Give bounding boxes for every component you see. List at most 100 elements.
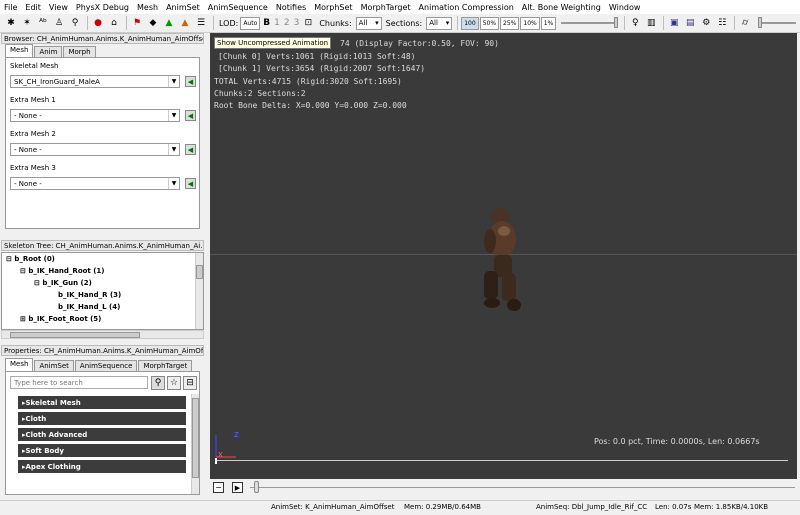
window-icon[interactable]: ▣ — [667, 16, 681, 30]
speed-50-button[interactable]: 50% — [479, 16, 500, 30]
skeleton-scrollbar[interactable] — [195, 253, 203, 329]
settings-icon[interactable]: ☷ — [715, 16, 729, 30]
lod-1-button[interactable]: 1 — [274, 18, 280, 28]
menu-item[interactable]: Animation Compression — [419, 3, 514, 12]
record-icon[interactable]: ● — [91, 16, 105, 30]
play-button[interactable]: ▶ — [232, 482, 243, 493]
position-readout: Pos: 0.0 pct, Time: 0.0000s, Len: 0.0667… — [594, 437, 760, 446]
menu-item[interactable]: File — [4, 3, 17, 12]
up-arrow-icon[interactable]: ▲ — [162, 16, 176, 30]
skeleton-icon[interactable]: ✱ — [4, 16, 18, 30]
browser-content: Skeletal Mesh SK_CH_IronGuard_MaleA ▼ ◀ E… — [5, 57, 200, 229]
section-skeletal-mesh[interactable]: ▸ Skeletal Mesh — [18, 396, 186, 409]
menu-item[interactable]: AnimSet — [166, 3, 200, 12]
tab-prop-animset[interactable]: AnimSet — [34, 360, 74, 371]
menu-item[interactable]: Mesh — [137, 3, 158, 12]
menu-item[interactable]: MorphTarget — [361, 3, 411, 12]
tab-prop-mesh[interactable]: Mesh — [5, 358, 34, 371]
tree-node-label: b_IK_Hand_L (4) — [58, 303, 121, 311]
lod-slider[interactable] — [561, 17, 619, 29]
menu-item[interactable]: View — [49, 3, 68, 12]
socket-manager-icon[interactable]: ☰ — [194, 16, 208, 30]
separator — [457, 16, 459, 30]
cloth-icon[interactable]: ▤ — [683, 16, 697, 30]
timeline-playhead[interactable] — [215, 458, 217, 464]
tree-node[interactable]: b_IK_Hand_L (4) — [58, 303, 120, 311]
menu-item[interactable]: Alt. Bone Weighting — [522, 3, 601, 12]
favorites-icon[interactable]: ☆ — [167, 376, 181, 390]
skeleton-tree-panel: Skeleton Tree: CH_AnimHuman.Anims.K_Anim… — [1, 240, 204, 343]
properties-scrollbar[interactable] — [191, 394, 199, 494]
wireframe-icon[interactable]: ⚲ — [68, 16, 82, 30]
sections-value: All — [429, 19, 438, 27]
tree-node[interactable]: b_IK_Hand_R (3) — [58, 291, 121, 299]
section-apex-clothing[interactable]: ▸ Apex Clothing — [18, 460, 186, 473]
speed-25-button[interactable]: 25% — [500, 16, 520, 30]
tab-morph[interactable]: Morph — [63, 46, 96, 57]
status-len: Len: 0.07s — [655, 503, 692, 511]
speed-100-button[interactable]: 100 — [461, 16, 479, 30]
menu-item[interactable]: Window — [609, 3, 641, 12]
separator — [126, 16, 127, 30]
extra-mesh-3-select[interactable]: - None - ▼ — [10, 177, 180, 190]
extra-mesh-1-select[interactable]: - None - ▼ — [10, 109, 180, 122]
property-search-input[interactable] — [10, 376, 148, 389]
sections-select[interactable]: All ▾ — [426, 16, 453, 30]
speed-10-button[interactable]: 10% — [520, 16, 540, 30]
menu-item[interactable]: AnimSequence — [208, 3, 268, 12]
lock-icon[interactable]: ⊟ — [183, 376, 197, 390]
tab-prop-morphtarget[interactable]: MorphTarget — [138, 360, 193, 371]
bone-icon[interactable]: ✶ — [20, 16, 34, 30]
loop-icon[interactable]: − — [213, 482, 224, 493]
lod-2-button[interactable]: 2 — [284, 18, 290, 28]
lod-base-button[interactable]: B — [263, 18, 270, 28]
tree-node[interactable]: ⊞ b_IK_Foot_Root (5) — [20, 315, 101, 323]
scrub-handle[interactable] — [254, 481, 259, 493]
timeline-track[interactable] — [216, 460, 788, 461]
extra-mesh-2-use-button[interactable]: ◀ — [185, 144, 196, 155]
play-icon[interactable]: ⌂ — [107, 16, 121, 30]
extra-mesh-3-use-button[interactable]: ◀ — [185, 178, 196, 189]
scrub-track[interactable] — [250, 487, 795, 488]
skeleton-tree: ⊟ b_Root (0) ⊟ b_IK_Hand_Root (1) ⊟ b_IK… — [1, 252, 204, 330]
wind-icon[interactable]: ⌭ — [738, 16, 752, 30]
status-animseq: AnimSeq: Dbl_Jump_Idle_Rif_CC — [536, 503, 648, 511]
morph-icon[interactable]: ◆ — [146, 16, 160, 30]
character-model — [484, 208, 521, 311]
tree-node[interactable]: ⊟ b_IK_Gun (2) — [34, 279, 92, 287]
use-selected-button[interactable]: ◀ — [185, 76, 196, 87]
extra-mesh-2-select[interactable]: - None - ▼ — [10, 143, 180, 156]
skeleton-hscrollbar[interactable] — [1, 330, 204, 339]
bone-names-icon[interactable]: ᴬᵇ — [36, 16, 50, 30]
flag-icon[interactable]: ⚑ — [130, 16, 144, 30]
menu-item[interactable]: PhysX Debug — [76, 3, 129, 12]
section-cloth-advanced[interactable]: ▸ Cloth Advanced — [18, 428, 186, 441]
extra-mesh-1-use-button[interactable]: ◀ — [185, 110, 196, 121]
lod-auto-button[interactable]: Auto — [240, 16, 261, 30]
tree-node[interactable]: ⊟ b_IK_Hand_Root (1) — [20, 267, 105, 275]
grid-icon[interactable]: ▥ — [644, 16, 658, 30]
lod-3-button[interactable]: 3 — [294, 18, 300, 28]
stats-line: TOTAL Verts:4715 (Rigid:3020 Soft:1695) — [214, 77, 402, 86]
section-cloth[interactable]: ▸ Cloth — [18, 412, 186, 425]
tab-prop-animsequence[interactable]: AnimSequence — [74, 360, 138, 371]
tab-mesh[interactable]: Mesh — [5, 44, 34, 57]
properties-content: ⚲ ☆ ⊟ ▸ Skeletal Mesh ▸ Cloth ▸ Cloth Ad… — [5, 371, 200, 495]
section-soft-body[interactable]: ▸ Soft Body — [18, 444, 186, 457]
chunks-select[interactable]: All ▾ — [355, 16, 382, 30]
viewport[interactable]: Show Uncompressed Animation 74 (Display … — [210, 33, 797, 479]
menu-item[interactable]: Edit — [25, 3, 41, 12]
tab-anim[interactable]: Anim — [34, 46, 63, 57]
light-icon[interactable]: ♀ — [628, 16, 642, 30]
wind-slider[interactable] — [758, 17, 797, 29]
split-icon[interactable]: ⊡ — [301, 16, 315, 30]
skeletal-mesh-select[interactable]: SK_CH_IronGuard_MaleA ▼ — [10, 75, 180, 88]
tree-node[interactable]: ⊟ b_Root (0) — [6, 255, 55, 263]
menu-item[interactable]: MorphSet — [314, 3, 352, 12]
shapes-icon[interactable]: ▲ — [178, 16, 192, 30]
socket-icon[interactable]: ♙ — [52, 16, 66, 30]
camera-icon[interactable]: ⚙ — [699, 16, 713, 30]
search-icon[interactable]: ⚲ — [151, 376, 165, 390]
menu-item[interactable]: Notifies — [276, 3, 306, 12]
speed-1-button[interactable]: 1% — [540, 16, 557, 30]
